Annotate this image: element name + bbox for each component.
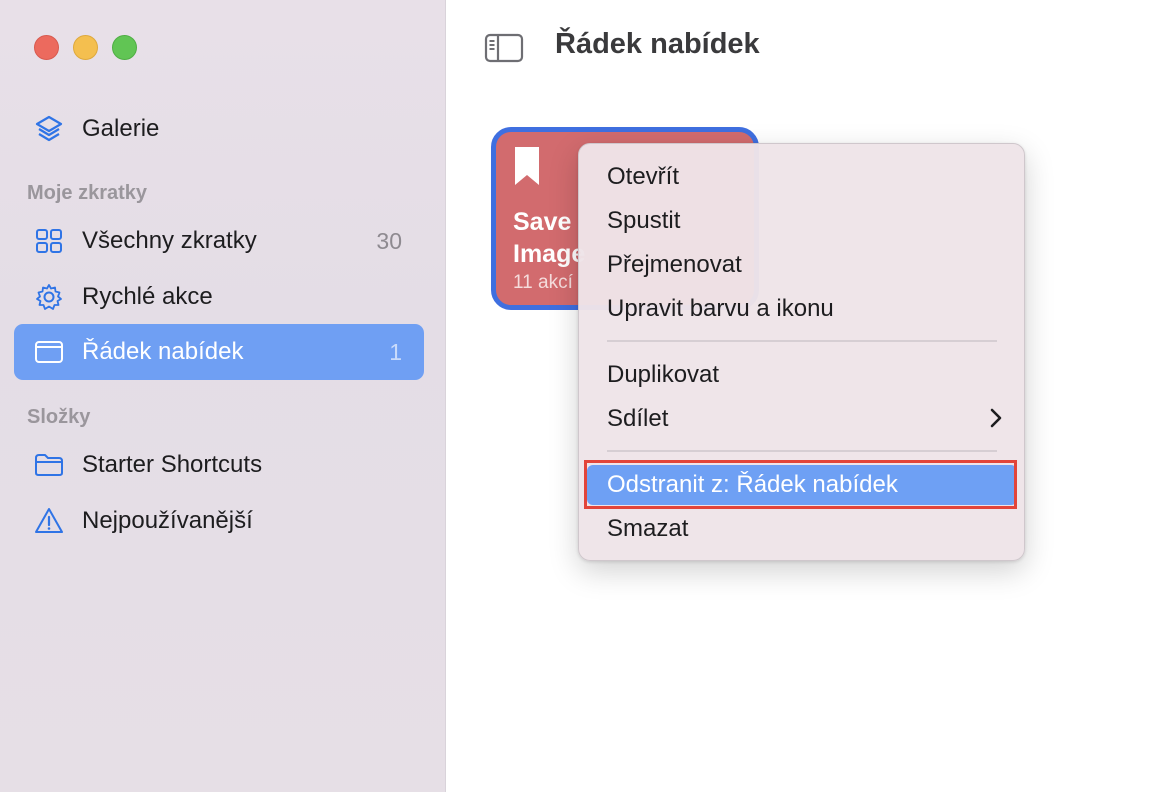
sidebar-item-count: 1 bbox=[389, 338, 402, 365]
sidebar: Galerie Moje zkratky Všechny zkratky 30 … bbox=[0, 0, 446, 792]
sidebar-item-gallery[interactable]: Galerie bbox=[14, 101, 424, 157]
zoom-window-button[interactable] bbox=[112, 35, 137, 60]
sidebar-item-count: 30 bbox=[376, 227, 402, 254]
sidebar-item-label: Všechny zkratky bbox=[82, 227, 257, 254]
sidebar-item-label: Starter Shortcuts bbox=[82, 451, 263, 478]
shortcut-title-line2: Image bbox=[513, 240, 586, 268]
section-header-folders: Složky bbox=[27, 406, 91, 428]
gear-icon bbox=[34, 282, 64, 312]
shortcut-title-line1: Save bbox=[513, 208, 572, 236]
minimize-window-button[interactable] bbox=[73, 35, 98, 60]
menu-separator bbox=[607, 450, 997, 452]
context-menu: Otevřít Spustit Přejmenovat Upravit barv… bbox=[578, 143, 1025, 561]
sidebar-item-all-shortcuts[interactable]: Všechny zkratky 30 bbox=[14, 213, 424, 269]
warning-icon bbox=[34, 506, 64, 536]
page-title: Řádek nabídek bbox=[555, 28, 760, 60]
grid-icon bbox=[34, 226, 64, 256]
menubar-icon bbox=[34, 337, 64, 367]
sidebar-item-most-used[interactable]: Nejpoužívanější bbox=[14, 493, 424, 549]
close-window-button[interactable] bbox=[34, 35, 59, 60]
bookmark-icon bbox=[513, 145, 541, 192]
layers-icon bbox=[34, 114, 64, 144]
chevron-right-icon bbox=[989, 407, 1003, 436]
sidebar-toggle-icon[interactable] bbox=[484, 33, 524, 68]
section-header-my-shortcuts: Moje zkratky bbox=[27, 182, 148, 204]
sidebar-item-label: Rychlé akce bbox=[82, 283, 213, 310]
menu-item-rename[interactable]: Přejmenovat bbox=[587, 245, 1017, 285]
menu-item-edit-color-icon[interactable]: Upravit barvu a ikonu bbox=[587, 289, 1017, 329]
menu-item-duplicate[interactable]: Duplikovat bbox=[587, 355, 1017, 395]
menu-item-delete[interactable]: Smazat bbox=[587, 509, 1017, 549]
menu-item-open[interactable]: Otevřít bbox=[587, 157, 1017, 197]
menu-item-label: Sdílet bbox=[607, 405, 669, 432]
menu-item-run[interactable]: Spustit bbox=[587, 201, 1017, 241]
menu-item-remove-from-menu-bar[interactable]: Odstranit z: Řádek nabídek bbox=[587, 465, 1017, 505]
menu-separator bbox=[607, 340, 997, 342]
shortcut-action-count: 11 akcí bbox=[513, 272, 573, 293]
sidebar-item-quick-actions[interactable]: Rychlé akce bbox=[14, 269, 424, 325]
sidebar-item-starter-shortcuts[interactable]: Starter Shortcuts bbox=[14, 437, 424, 493]
sidebar-item-label: Řádek nabídek bbox=[82, 338, 244, 365]
folder-icon bbox=[34, 450, 64, 480]
sidebar-item-label: Galerie bbox=[82, 115, 160, 142]
window-controls bbox=[34, 35, 137, 60]
sidebar-item-menu-bar[interactable]: Řádek nabídek 1 bbox=[14, 324, 424, 380]
sidebar-item-label: Nejpoužívanější bbox=[82, 507, 253, 534]
menu-item-share[interactable]: Sdílet bbox=[587, 399, 1017, 439]
